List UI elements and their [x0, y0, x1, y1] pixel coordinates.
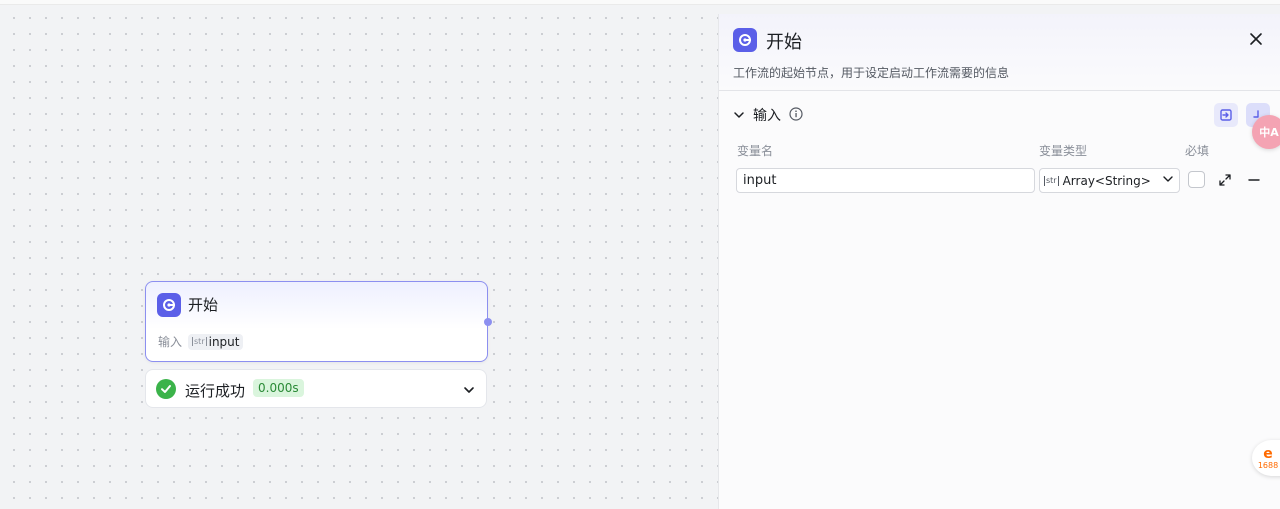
column-header-var-name: 变量名: [737, 144, 774, 158]
string-type-icon: str: [1044, 175, 1059, 186]
workflow-canvas[interactable]: [0, 6, 718, 509]
ali-extension-label: 1688: [1257, 460, 1279, 470]
remove-icon[interactable]: [1246, 172, 1262, 188]
check-circle-icon: [156, 379, 176, 399]
variable-type-select[interactable]: str Array<String>: [1039, 168, 1180, 193]
input-tag-name: input: [208, 334, 240, 349]
panel-header: 开始 工作流的起始节点，用于设定启动工作流需要的信息: [719, 14, 1280, 91]
node-settings-panel: 开始 工作流的起始节点，用于设定启动工作流需要的信息 输入 变量名 变量类型 必…: [718, 14, 1280, 509]
close-icon[interactable]: [1247, 30, 1265, 48]
chevron-down-icon[interactable]: [733, 106, 745, 125]
chevron-down-icon: [1161, 172, 1175, 189]
variable-name-input[interactable]: input: [736, 168, 1035, 193]
section-title: 输入: [753, 108, 781, 124]
input-tag: str input: [188, 333, 244, 350]
start-node-icon: [733, 28, 757, 52]
required-checkbox[interactable]: [1188, 171, 1205, 188]
node-inputs-label: 输入: [158, 335, 183, 349]
info-icon[interactable]: [789, 106, 803, 125]
ali-logo-icon: e: [1263, 445, 1273, 462]
run-result-bar[interactable]: 运行成功 0.000s: [145, 369, 487, 408]
start-node[interactable]: 开始 输入 str input: [145, 281, 492, 362]
output-port[interactable]: [484, 318, 492, 326]
start-node-icon: [157, 293, 181, 317]
run-time-badge: 0.000s: [253, 379, 304, 397]
variable-type-value: Array<String>: [1062, 173, 1151, 188]
top-border: [0, 0, 1280, 5]
node-inputs: 输入 str input: [158, 333, 244, 350]
chevron-down-icon[interactable]: [462, 382, 476, 401]
translate-extension-button[interactable]: 中A: [1252, 115, 1280, 149]
import-button[interactable]: [1214, 103, 1238, 127]
panel-description: 工作流的起始节点，用于设定启动工作流需要的信息: [733, 66, 1010, 80]
column-header-var-type: 变量类型: [1039, 144, 1088, 158]
input-section-header[interactable]: 输入: [733, 105, 803, 125]
panel-title[interactable]: 开始: [766, 28, 802, 54]
expand-icon[interactable]: [1217, 172, 1233, 188]
string-type-icon: str: [192, 337, 207, 346]
column-header-required: 必填: [1185, 144, 1210, 158]
run-status: 运行成功: [185, 382, 246, 400]
node-title: 开始: [188, 296, 219, 314]
